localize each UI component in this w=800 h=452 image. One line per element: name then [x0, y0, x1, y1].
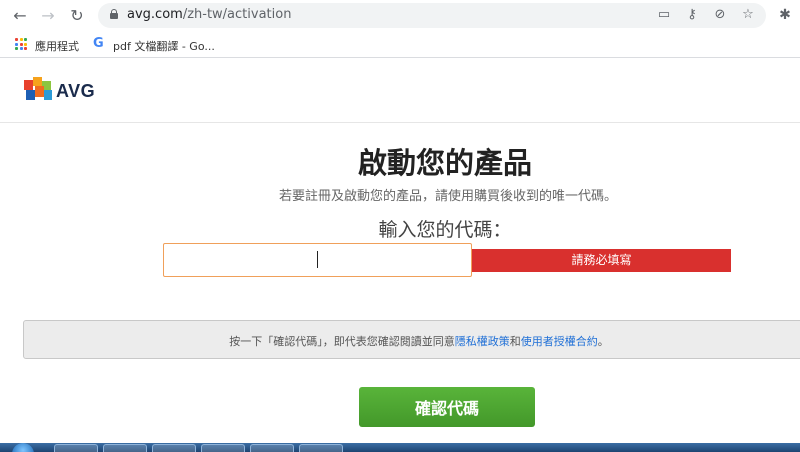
license-agreement-link[interactable]: 使用者授權合約 — [521, 335, 598, 348]
arrow-right-icon[interactable]: → — [38, 6, 58, 26]
taskbar-item[interactable] — [103, 444, 147, 452]
required-error-message: 請務必填寫 — [472, 249, 731, 272]
taskbar-item[interactable] — [152, 444, 196, 452]
logo-text[interactable]: AVG — [56, 81, 95, 102]
lock-icon[interactable] — [110, 9, 118, 19]
eye-off-icon[interactable]: ⊘ — [711, 6, 729, 24]
url-text[interactable]: avg.com/zh-tw/activation — [127, 7, 291, 22]
cast-icon[interactable]: ▭ — [655, 6, 673, 24]
notice-and: 和 — [509, 335, 521, 348]
google-icon: G — [93, 36, 104, 51]
taskbar-item[interactable] — [250, 444, 294, 452]
code-label: 輸入您的代碼： — [378, 219, 512, 241]
bookmark-pdf-translate[interactable]: pdf 文檔翻譯 - Go... — [113, 38, 215, 54]
taskbar-item[interactable] — [299, 444, 343, 452]
confirm-code-button[interactable]: 確認代碼 — [359, 387, 535, 427]
privacy-policy-link[interactable]: 隱私權政策 — [455, 335, 510, 348]
apps-grid-icon[interactable] — [15, 38, 27, 50]
terms-notice: 按一下「確認代碼」，即代表您確認閱讀並同意隱私權政策和使用者授權合約。 — [23, 320, 800, 359]
site-header: AVG — [0, 59, 800, 123]
text-caret — [317, 251, 318, 268]
page-title: 啟動您的產品 — [357, 146, 532, 180]
bookmarks-bar: 應用程式 G pdf 文檔翻譯 - Go... — [0, 32, 800, 58]
taskbar-item[interactable] — [201, 444, 245, 452]
taskbar-item[interactable] — [54, 444, 98, 452]
address-bar[interactable]: avg.com/zh-tw/activation ▭ ⚷ ⊘ ☆ — [98, 3, 766, 28]
star-icon[interactable]: ☆ — [739, 6, 757, 24]
puzzle-icon[interactable]: ✱ — [776, 6, 794, 24]
avg-logo-icon[interactable] — [24, 77, 54, 103]
os-taskbar — [0, 443, 800, 452]
browser-toolbar: ← → ↻ avg.com/zh-tw/activation ▭ ⚷ ⊘ ☆ ✱ — [0, 0, 800, 32]
url-path: /zh-tw/activation — [182, 7, 292, 22]
page-subtitle: 若要註冊及啟動您的產品，請使用購買後收到的唯一代碼。 — [278, 189, 617, 204]
arrow-left-icon[interactable]: ← — [10, 6, 30, 26]
notice-suffix: 。 — [597, 335, 609, 348]
start-button-icon[interactable] — [12, 443, 34, 452]
bookmark-apps[interactable]: 應用程式 — [35, 38, 79, 54]
terms-notice-text: 按一下「確認代碼」，即代表您確認閱讀並同意隱私權政策和使用者授權合約。 — [24, 333, 800, 349]
reload-icon[interactable]: ↻ — [67, 6, 87, 26]
key-icon[interactable]: ⚷ — [683, 6, 701, 24]
url-host: avg.com — [127, 7, 183, 22]
notice-prefix: 按一下「確認代碼」，即代表您確認閱讀並同意 — [229, 335, 455, 348]
